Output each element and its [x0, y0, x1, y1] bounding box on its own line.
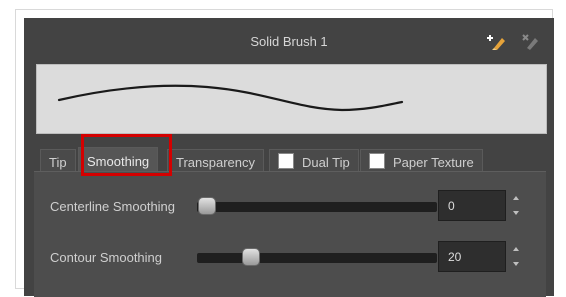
smoothing-tab-content: Centerline Smoothing 0 Contour Smoothing… — [34, 171, 546, 297]
contour-smoothing-row: Contour Smoothing 20 — [34, 241, 546, 275]
spin-down-icon[interactable] — [513, 262, 519, 266]
new-brush-icon[interactable] — [486, 32, 508, 52]
tab-paper-texture-label: Paper Texture — [393, 155, 474, 170]
dual-tip-checkbox[interactable] — [278, 153, 294, 169]
stroke-preview — [36, 64, 547, 134]
tab-dual-tip-label: Dual Tip — [302, 155, 350, 170]
centerline-smoothing-slider[interactable] — [197, 197, 437, 215]
spin-up-icon[interactable] — [513, 196, 519, 200]
contour-smoothing-handle[interactable] — [242, 248, 260, 266]
centerline-smoothing-input[interactable]: 0 — [438, 190, 506, 221]
contour-smoothing-input[interactable]: 20 — [438, 241, 506, 272]
contour-smoothing-slider[interactable] — [197, 248, 437, 266]
centerline-smoothing-row: Centerline Smoothing 0 — [34, 190, 546, 224]
paper-texture-checkbox[interactable] — [369, 153, 385, 169]
panel-title: Solid Brush 1 — [250, 34, 328, 49]
tab-transparency-label: Transparency — [176, 155, 255, 170]
delete-brush-icon[interactable] — [519, 32, 541, 52]
centerline-smoothing-handle[interactable] — [198, 197, 216, 215]
centerline-smoothing-label: Centerline Smoothing — [50, 199, 176, 214]
smoothing-tab-highlight — [81, 134, 172, 176]
tab-tip-label: Tip — [49, 155, 67, 170]
centerline-smoothing-spinner[interactable] — [510, 192, 524, 220]
spin-down-icon[interactable] — [513, 211, 519, 215]
contour-smoothing-spinner[interactable] — [510, 243, 524, 271]
spin-up-icon[interactable] — [513, 247, 519, 251]
contour-smoothing-label: Contour Smoothing — [50, 250, 163, 265]
